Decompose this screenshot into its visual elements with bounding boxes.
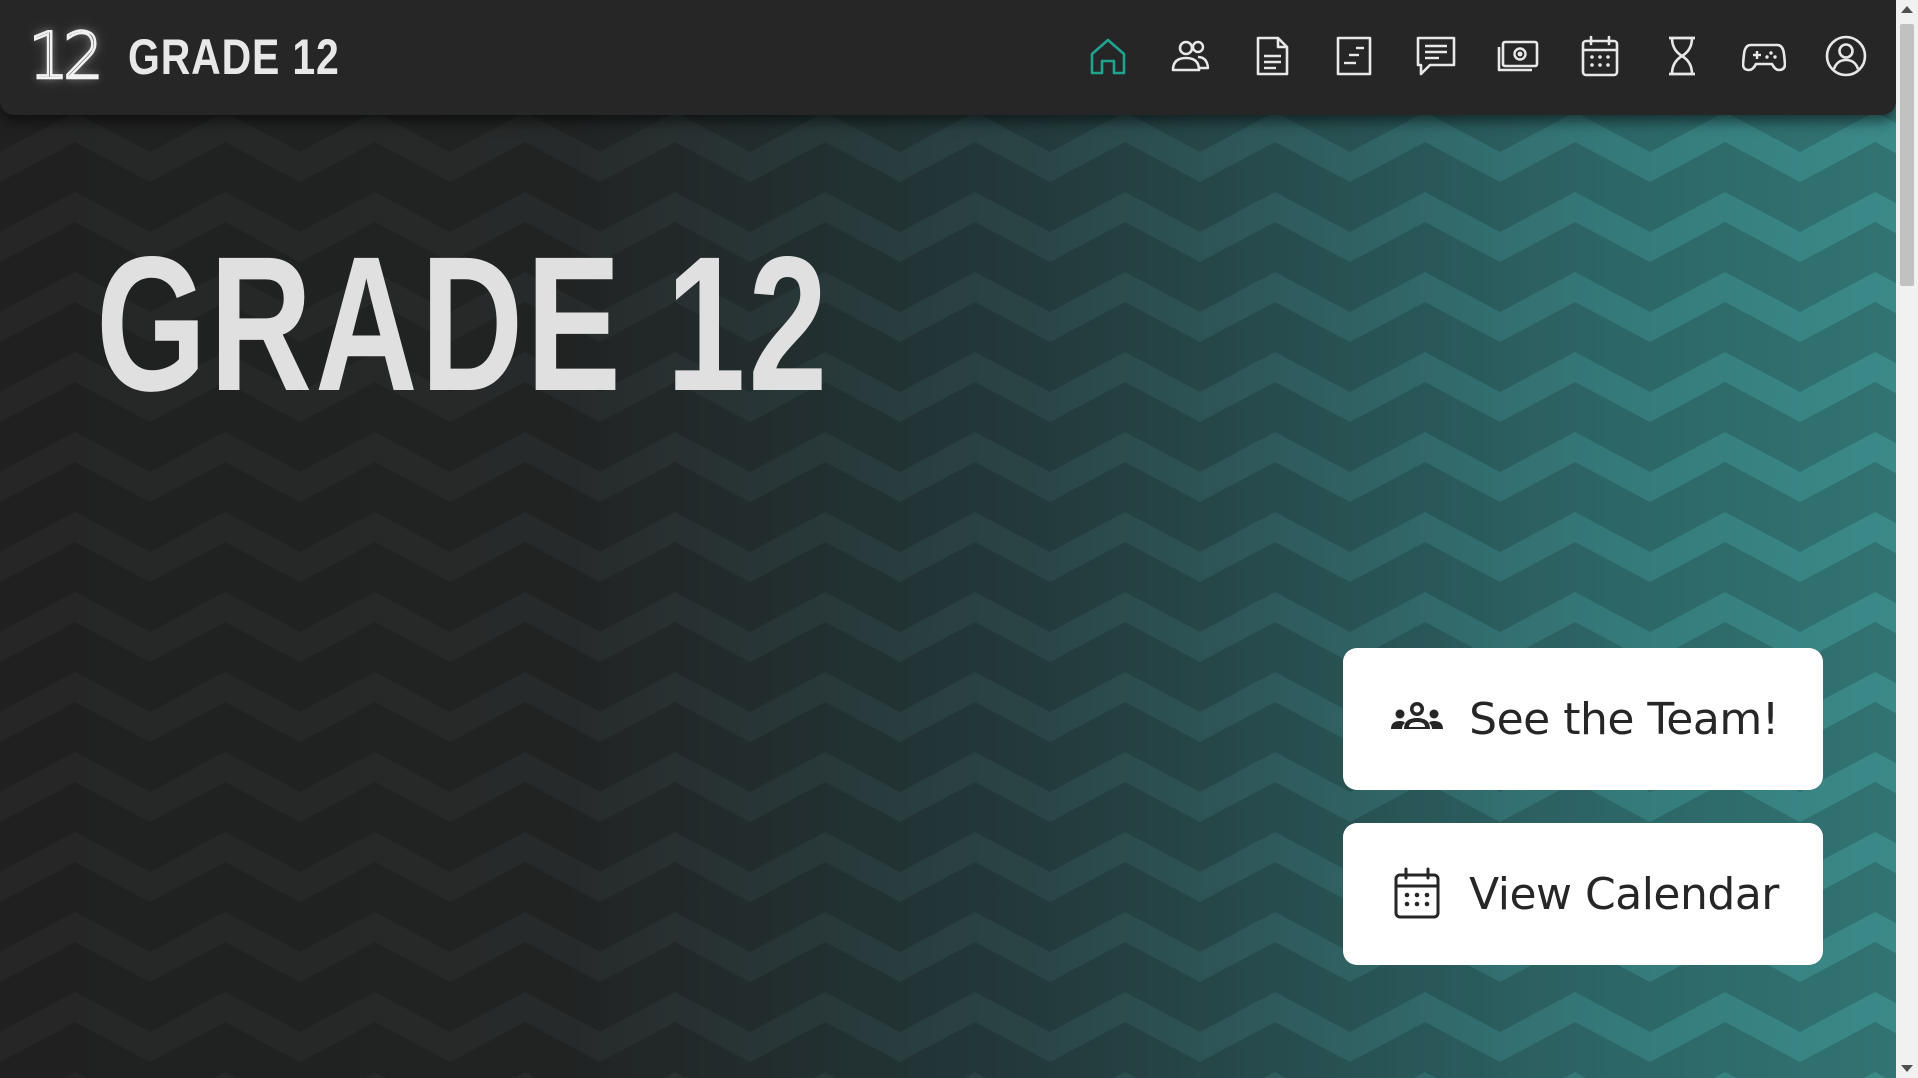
nav-chat[interactable] bbox=[1414, 34, 1458, 78]
nav-home[interactable] bbox=[1086, 34, 1130, 78]
people-group-icon bbox=[1387, 689, 1447, 749]
see-team-button[interactable]: See the Team! bbox=[1343, 648, 1823, 790]
nav-profile[interactable] bbox=[1824, 34, 1868, 78]
view-calendar-label: View Calendar bbox=[1469, 868, 1779, 920]
hero-title: GRADE 12 bbox=[96, 216, 831, 431]
page-scrollbar[interactable] bbox=[1896, 0, 1918, 1078]
scroll-thumb[interactable] bbox=[1900, 24, 1914, 286]
document-icon bbox=[1256, 36, 1289, 76]
team-icon bbox=[1171, 40, 1210, 72]
brand-logo[interactable]: 12 bbox=[24, 19, 105, 96]
scroll-up-arrow-icon[interactable] bbox=[1901, 6, 1913, 13]
nav-calendar[interactable] bbox=[1578, 34, 1622, 78]
nav-icon-bar bbox=[1086, 34, 1868, 78]
scroll-down-arrow-icon[interactable] bbox=[1901, 1065, 1913, 1072]
nav-notes[interactable] bbox=[1332, 34, 1376, 78]
page-viewport: GRADE 12 See the Team! View Calendar 12 … bbox=[0, 0, 1896, 1078]
nav-timer[interactable] bbox=[1660, 34, 1704, 78]
brand-title[interactable]: GRADE 12 bbox=[128, 28, 340, 86]
nav-games[interactable] bbox=[1742, 34, 1786, 78]
home-icon bbox=[1090, 38, 1126, 75]
calendar-icon bbox=[1581, 35, 1619, 77]
gamepad-icon bbox=[1742, 43, 1786, 72]
view-calendar-button[interactable]: View Calendar bbox=[1343, 823, 1823, 965]
hourglass-icon bbox=[1669, 36, 1695, 76]
see-team-label: See the Team! bbox=[1469, 693, 1779, 745]
hero-background: GRADE 12 See the Team! View Calendar bbox=[0, 0, 1896, 1078]
chat-icon bbox=[1416, 36, 1456, 76]
nav-documents[interactable] bbox=[1250, 34, 1294, 78]
top-navbar: 12 GRADE 12 bbox=[0, 0, 1896, 115]
calendar-icon bbox=[1387, 864, 1447, 924]
nav-team[interactable] bbox=[1168, 34, 1212, 78]
nav-finance[interactable] bbox=[1496, 34, 1540, 78]
profile-icon bbox=[1825, 35, 1867, 77]
money-icon bbox=[1497, 40, 1539, 72]
notes-icon bbox=[1336, 36, 1372, 76]
